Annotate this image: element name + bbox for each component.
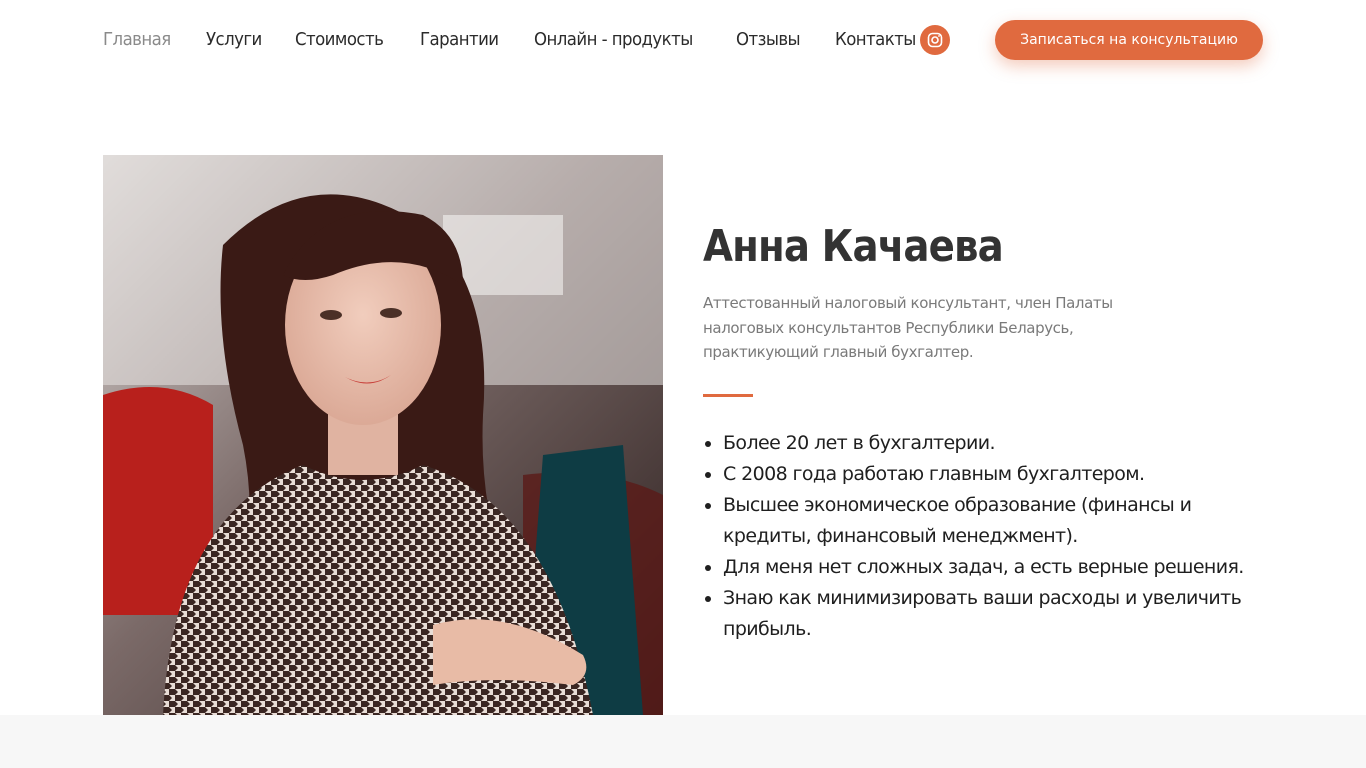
profile-description: Аттестованный налоговый консультант, чле… (703, 294, 1113, 361)
profile-photo (103, 155, 663, 715)
next-section-band (0, 715, 1366, 768)
nav-item-pricing[interactable]: Стоимость (295, 26, 384, 54)
portrait-illustration (103, 155, 663, 715)
nav-item-contacts[interactable]: Контакты (835, 26, 916, 54)
list-item: Высшее экономическое образование (финанс… (723, 490, 1268, 552)
list-item: Знаю как минимизировать ваши расходы и у… (723, 583, 1268, 645)
book-consultation-button[interactable]: Записаться на консультацию (995, 20, 1263, 60)
nav-item-home[interactable]: Главная (103, 26, 171, 54)
profile-name: Анна Качаева (703, 221, 1004, 272)
nav-item-reviews[interactable]: Отзывы (736, 26, 801, 54)
site-header: Главная Услуги Стоимость Гарантии Онлайн… (0, 0, 1366, 80)
instagram-glyph (927, 32, 943, 48)
nav-item-guarantees[interactable]: Гарантии (420, 26, 499, 54)
accent-divider (703, 393, 753, 397)
instagram-icon[interactable] (920, 25, 950, 55)
profile-info: Анна Качаева Аттестованный налоговый кон… (703, 215, 1263, 645)
main-nav: Главная Услуги Стоимость Гарантии Онлайн… (103, 26, 923, 54)
nav-item-services[interactable]: Услуги (206, 26, 262, 54)
page: Главная Услуги Стоимость Гарантии Онлайн… (0, 0, 1366, 768)
list-item: Для меня нет сложных задач, а есть верны… (723, 552, 1268, 583)
list-item: Более 20 лет в бухгалтерии. (723, 428, 1268, 459)
nav-item-online-products[interactable]: Онлайн - продукты (534, 26, 693, 54)
profile-facts-list: Более 20 лет в бухгалтерии. С 2008 года … (703, 428, 1268, 645)
list-item: С 2008 года работаю главным бухгалтером. (723, 459, 1268, 490)
